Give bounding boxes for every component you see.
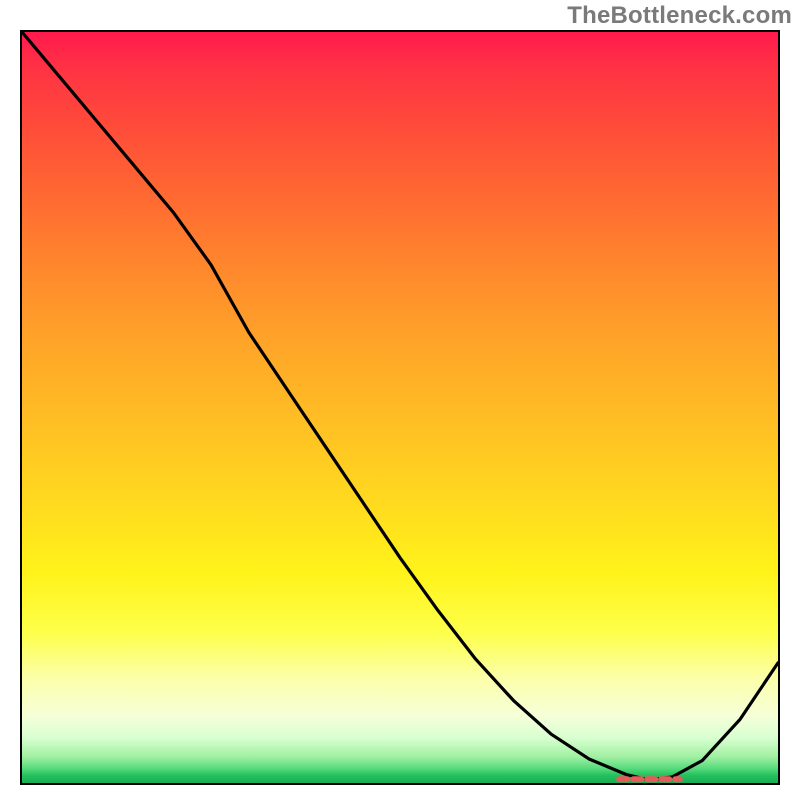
chart-svg [22, 32, 778, 783]
chart-curve [22, 32, 778, 780]
chart-plot-area [20, 30, 780, 785]
watermark-text: TheBottleneck.com [567, 2, 792, 30]
